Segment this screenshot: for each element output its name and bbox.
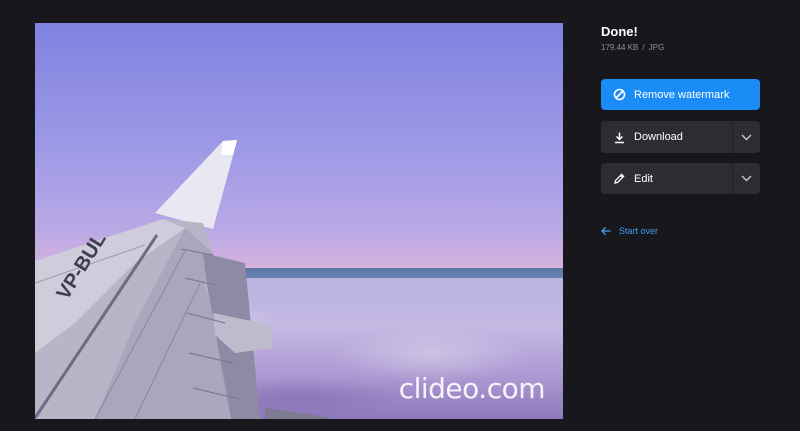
download-button-group: Download bbox=[601, 121, 760, 153]
pencil-icon bbox=[613, 172, 626, 185]
download-options-toggle[interactable] bbox=[732, 121, 760, 153]
file-type: JPG bbox=[648, 43, 665, 52]
remove-watermark-label: Remove watermark bbox=[634, 88, 730, 101]
clideo-watermark: clideo.com bbox=[398, 372, 546, 405]
file-info: 179.44 KB / JPG bbox=[601, 43, 664, 52]
download-button[interactable]: Download bbox=[601, 121, 732, 153]
edit-label: Edit bbox=[634, 172, 653, 185]
remove-watermark-button[interactable]: Remove watermark bbox=[601, 79, 760, 110]
file-size: 179.44 KB bbox=[601, 43, 639, 52]
download-label: Download bbox=[634, 131, 683, 143]
edit-options-toggle[interactable] bbox=[732, 163, 760, 194]
download-icon bbox=[613, 131, 626, 144]
start-over-link[interactable]: Start over bbox=[601, 226, 658, 236]
airplane-wing: VP-BUL bbox=[35, 140, 335, 419]
file-info-separator: / bbox=[642, 43, 645, 52]
start-over-label: Start over bbox=[619, 226, 659, 236]
edit-button[interactable]: Edit bbox=[601, 163, 732, 194]
page-title: Done! bbox=[601, 24, 638, 39]
chevron-down-icon bbox=[741, 175, 752, 182]
no-entry-icon bbox=[613, 88, 626, 101]
image-preview: VP-BUL clideo.com bbox=[35, 23, 563, 419]
edit-button-group: Edit bbox=[601, 163, 760, 194]
chevron-down-icon bbox=[741, 134, 752, 141]
arrow-left-icon bbox=[601, 226, 611, 236]
